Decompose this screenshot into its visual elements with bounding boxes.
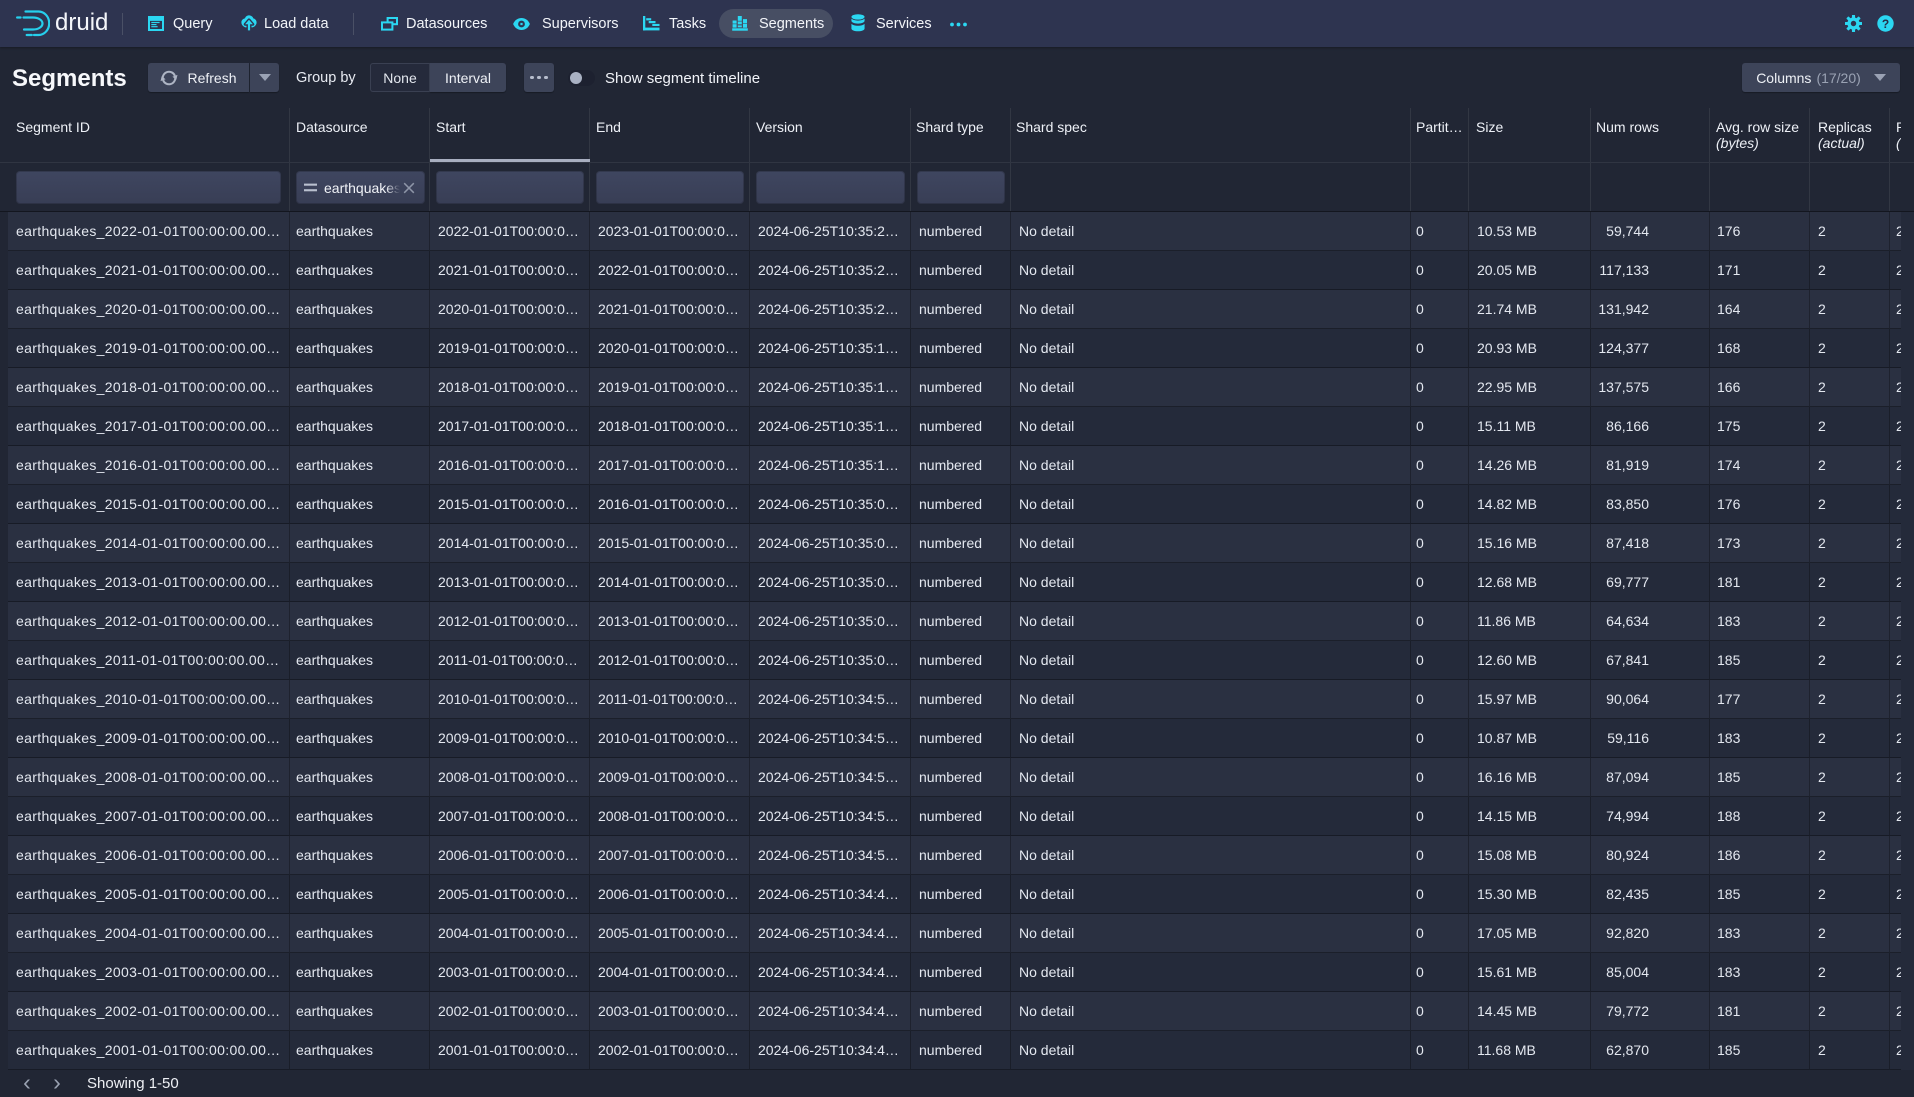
svg-text:?: ? — [1882, 17, 1889, 31]
